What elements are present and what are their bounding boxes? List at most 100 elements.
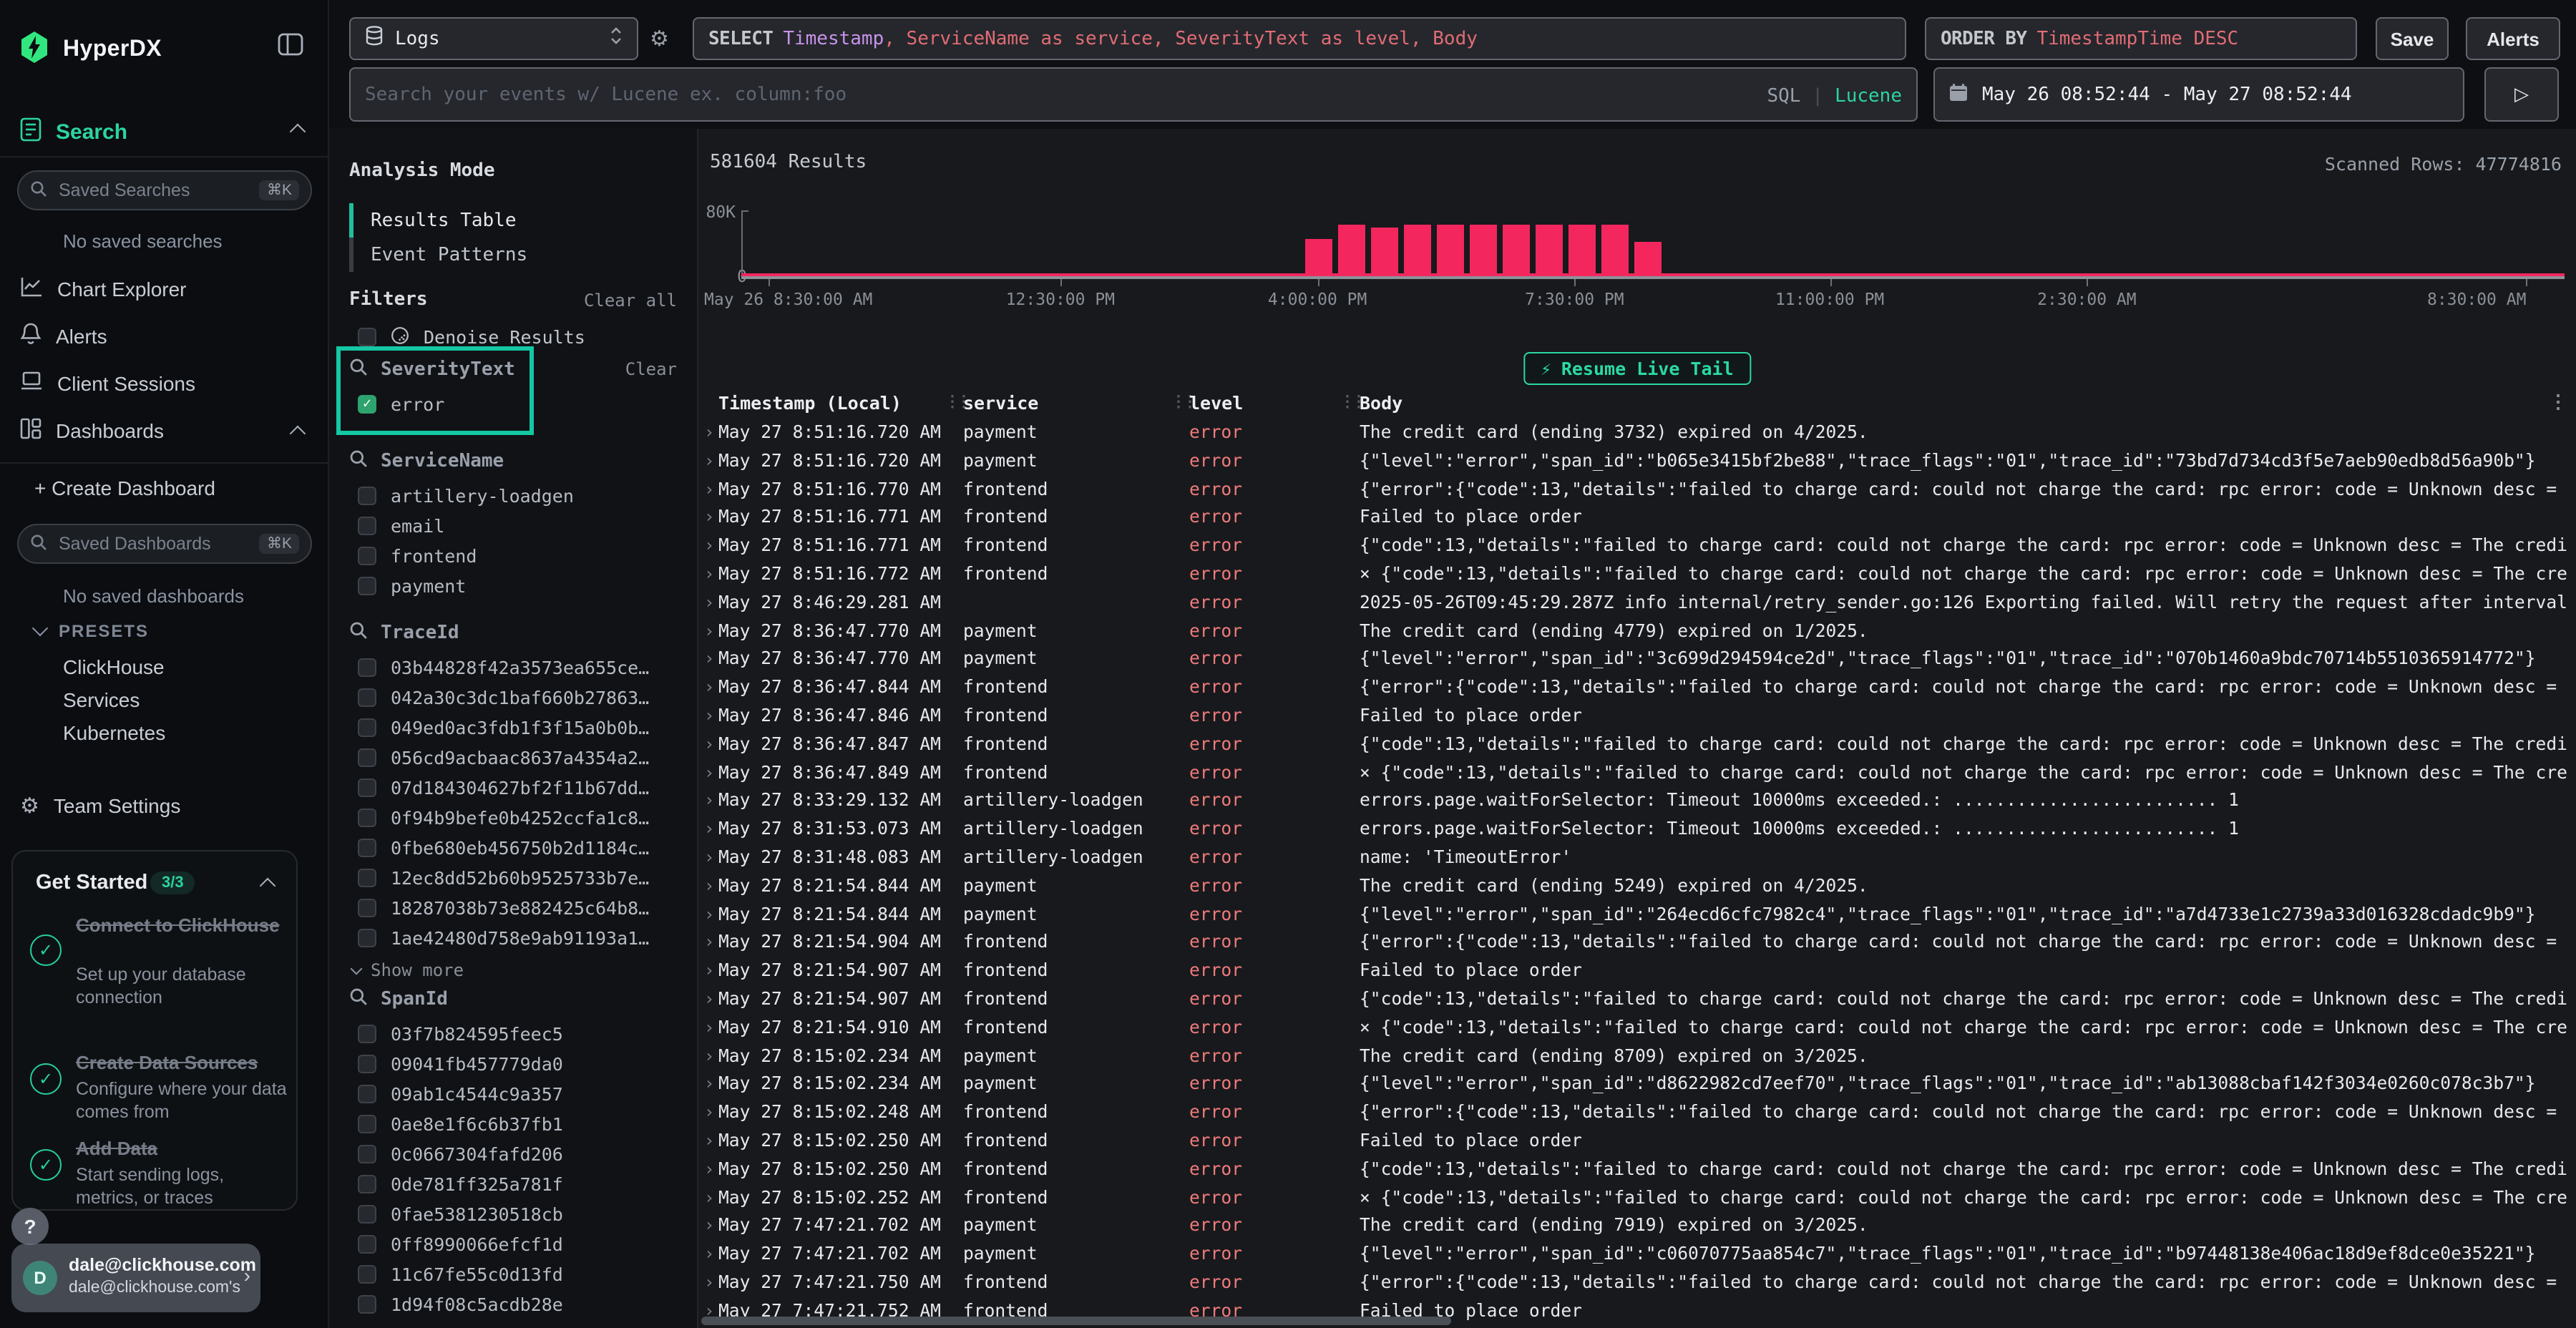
filter-checkbox[interactable]	[358, 1175, 376, 1193]
histogram-bar[interactable]	[1601, 225, 1629, 276]
filter-checkbox[interactable]	[358, 929, 376, 947]
table-row[interactable]: ›May 27 8:36:47.770 AMpaymenterrorThe cr…	[698, 617, 2576, 646]
table-row[interactable]: ›May 27 8:33:29.132 AMartillery-loadgene…	[698, 788, 2576, 816]
filter-checkbox[interactable]	[358, 899, 376, 917]
row-expand-chevron-icon[interactable]: ›	[704, 1128, 714, 1156]
filter-checkbox[interactable]	[358, 1235, 376, 1254]
histogram-bar[interactable]	[1404, 225, 1431, 276]
filter-checkbox[interactable]	[358, 1265, 376, 1284]
row-expand-chevron-icon[interactable]: ›	[704, 1184, 714, 1213]
table-row[interactable]: ›May 27 8:51:16.770 AMfrontenderror{"err…	[698, 476, 2576, 504]
row-expand-chevron-icon[interactable]: ›	[704, 1043, 714, 1071]
column-header-service[interactable]: service	[963, 392, 1038, 414]
table-row[interactable]: ›May 27 8:15:02.252 AMfrontenderror× {"c…	[698, 1184, 2576, 1213]
search-icon[interactable]	[349, 987, 368, 1012]
spanid-show-more[interactable]: Show more	[352, 1322, 464, 1328]
create-dashboard-button[interactable]: + Create Dashboard	[34, 477, 215, 499]
table-row[interactable]: ›May 27 8:51:16.772 AMfrontenderror× {"c…	[698, 561, 2576, 590]
sidebar-item-client-sessions[interactable]: Client Sessions	[20, 371, 195, 395]
table-row[interactable]: ›May 27 8:21:54.904 AMfrontenderror{"err…	[698, 929, 2576, 958]
filter-checkbox[interactable]	[358, 1025, 376, 1043]
table-row[interactable]: ›May 27 8:21:54.910 AMfrontenderror× {"c…	[698, 1015, 2576, 1043]
histogram-bar[interactable]	[1634, 242, 1662, 276]
filter-option[interactable]: artillery-loadgen	[358, 481, 680, 511]
traceid-show-more[interactable]: Show more	[352, 956, 464, 985]
sidebar-item-alerts[interactable]: Alerts	[20, 322, 107, 349]
filter-option[interactable]: 12ec8dd52b60b9525733b7e…	[358, 863, 690, 893]
histogram-bar[interactable]	[1371, 228, 1398, 276]
filter-checkbox[interactable]	[358, 517, 376, 535]
row-expand-chevron-icon[interactable]: ›	[704, 1099, 714, 1128]
histogram-bar[interactable]	[1437, 225, 1464, 276]
row-expand-chevron-icon[interactable]: ›	[704, 986, 714, 1015]
time-range-picker[interactable]: May 26 08:52:44 - May 27 08:52:44	[1933, 67, 2464, 122]
row-expand-chevron-icon[interactable]: ›	[704, 1156, 714, 1185]
alerts-button[interactable]: Alerts	[2466, 17, 2560, 60]
row-expand-chevron-icon[interactable]: ›	[704, 1269, 714, 1298]
filter-checkbox[interactable]	[358, 577, 376, 595]
table-row[interactable]: ›May 27 8:15:02.250 AMfrontenderror{"cod…	[698, 1156, 2576, 1185]
filter-option[interactable]: 09ab1c4544c9a357	[358, 1079, 690, 1109]
row-expand-chevron-icon[interactable]: ›	[704, 590, 714, 618]
filter-checkbox[interactable]	[358, 718, 376, 737]
histogram[interactable]	[741, 210, 2565, 276]
filter-checkbox[interactable]	[358, 839, 376, 857]
histogram-bar[interactable]	[1568, 225, 1596, 276]
dashboards-collapse-chevron-icon[interactable]	[290, 426, 306, 442]
order-by-input[interactable]: ORDER BY TimestampTime DESC	[1925, 17, 2357, 60]
filter-checkbox[interactable]	[358, 1205, 376, 1224]
filter-checkbox[interactable]	[358, 1115, 376, 1133]
source-select[interactable]: Logs	[349, 17, 638, 60]
table-row[interactable]: ›May 27 8:15:02.234 AMpaymenterror{"leve…	[698, 1071, 2576, 1100]
source-settings-gear-icon[interactable]: ⚙	[650, 26, 669, 52]
denoise-checkbox[interactable]	[358, 328, 376, 346]
filter-option[interactable]: 049ed0ac3fdb1f3f15a0b0b…	[358, 713, 690, 743]
row-expand-chevron-icon[interactable]: ›	[704, 873, 714, 902]
table-row[interactable]: ›May 27 8:36:47.846 AMfrontenderrorFaile…	[698, 703, 2576, 731]
table-row[interactable]: ›May 27 7:47:21.702 AMpaymenterror{"leve…	[698, 1241, 2576, 1269]
row-expand-chevron-icon[interactable]: ›	[704, 1241, 714, 1269]
row-expand-chevron-icon[interactable]: ›	[704, 646, 714, 675]
search-icon[interactable]	[349, 449, 368, 474]
table-row[interactable]: ›May 27 8:36:47.844 AMfrontenderror{"err…	[698, 674, 2576, 703]
collapse-sidebar-icon[interactable]	[278, 31, 303, 64]
get-started-collapse-chevron-icon[interactable]	[260, 878, 276, 894]
filter-option[interactable]: 0fbe680eb456750b2d1184c…	[358, 833, 690, 863]
histogram-bar[interactable]	[1338, 225, 1365, 276]
filter-option[interactable]: 056cd9acbaac8637a4354a2…	[358, 743, 690, 773]
table-row[interactable]: ›May 27 7:47:21.702 AMpaymenterrorThe cr…	[698, 1213, 2576, 1241]
row-expand-chevron-icon[interactable]: ›	[704, 731, 714, 760]
filter-option[interactable]: 1d94f08c5acdb28e	[358, 1289, 690, 1319]
table-row[interactable]: ›May 27 8:15:02.248 AMfrontenderror{"err…	[698, 1099, 2576, 1128]
table-row[interactable]: ›May 27 8:21:54.844 AMpaymenterrorThe cr…	[698, 873, 2576, 902]
filter-option[interactable]: 0c0667304fafd206	[358, 1139, 690, 1169]
search-input[interactable]: Search your events w/ Lucene ex. column:…	[349, 67, 1918, 122]
horizontal-scrollbar-thumb[interactable]	[701, 1317, 1451, 1325]
sidebar-item-kubernetes[interactable]: Kubernetes	[63, 721, 165, 744]
row-expand-chevron-icon[interactable]: ›	[704, 703, 714, 731]
histogram-bar[interactable]	[1503, 225, 1530, 276]
filter-option[interactable]: 0f94b9befe0b4252ccfa1c8…	[358, 803, 690, 833]
column-header-timestamp[interactable]: Timestamp (Local)	[718, 392, 902, 414]
resume-live-tail-button[interactable]: ⚡ Resume Live Tail	[1523, 352, 1750, 385]
row-expand-chevron-icon[interactable]: ›	[704, 448, 714, 477]
row-expand-chevron-icon[interactable]: ›	[704, 844, 714, 873]
row-expand-chevron-icon[interactable]: ›	[704, 901, 714, 929]
sidebar-item-chart-explorer[interactable]: Chart Explorer	[20, 276, 187, 302]
filter-checkbox[interactable]	[358, 748, 376, 767]
filter-checkbox[interactable]	[358, 1295, 376, 1314]
filter-option[interactable]: 03f7b824595feec5	[358, 1019, 690, 1049]
filter-checkbox[interactable]	[358, 487, 376, 505]
brand-logo[interactable]: HyperDX	[20, 31, 162, 67]
row-expand-chevron-icon[interactable]: ›	[704, 419, 714, 448]
filter-checkbox[interactable]	[358, 778, 376, 797]
sidebar-item-services[interactable]: Services	[63, 688, 140, 711]
filter-option[interactable]: 0de781ff325a781f	[358, 1169, 690, 1199]
filter-checkbox[interactable]	[358, 809, 376, 827]
filter-option[interactable]: payment	[358, 571, 680, 601]
filter-option[interactable]: frontend	[358, 541, 680, 571]
table-row[interactable]: ›May 27 8:51:16.720 AMpaymenterror{"leve…	[698, 448, 2576, 477]
help-button[interactable]: ?	[11, 1208, 49, 1245]
row-expand-chevron-icon[interactable]: ›	[704, 816, 714, 844]
filter-option[interactable]: 03b44828f42a3573ea655ce…	[358, 653, 690, 683]
